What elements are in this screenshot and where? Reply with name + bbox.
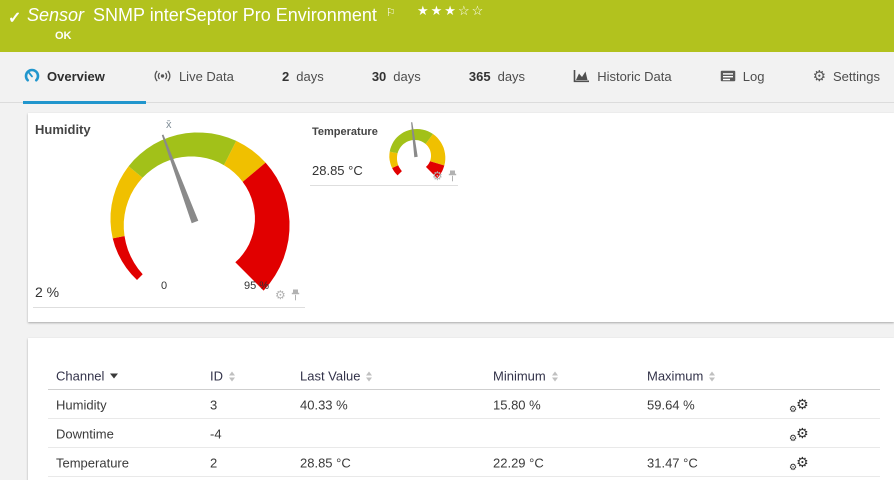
status-badge: OK bbox=[55, 30, 72, 42]
tab-list: Overview Live Data 2 days 30 days 365 days Histo… bbox=[0, 52, 894, 100]
tab-label: Log bbox=[742, 68, 765, 84]
humidity-gauge-title: Humidity bbox=[35, 122, 91, 137]
tab-label: Overview bbox=[47, 68, 105, 84]
tab-label: Settings bbox=[833, 68, 880, 84]
status-check-icon: ✓ bbox=[8, 10, 22, 27]
active-tab-underline bbox=[23, 101, 146, 104]
tab-30-days[interactable]: 30 days bbox=[372, 69, 421, 84]
channel-cell: Downtime bbox=[56, 426, 114, 441]
tab-2-days[interactable]: 2 days bbox=[282, 69, 324, 84]
tab-365-days[interactable]: 365 days bbox=[469, 69, 525, 84]
temperature-gauge-settings-icon[interactable]: ⚙ bbox=[432, 170, 443, 182]
temperature-widget-divider bbox=[310, 185, 458, 186]
tab-number: 30 bbox=[371, 68, 387, 84]
humidity-scale-min-label: 0 bbox=[161, 280, 168, 292]
live-data-icon bbox=[153, 69, 172, 83]
sensor-title-row: Sensor SNMP interSeptor Pro Environment … bbox=[27, 5, 396, 26]
historic-data-icon bbox=[573, 69, 590, 83]
tab-number: 2 bbox=[282, 68, 290, 84]
id-cell: 3 bbox=[210, 397, 218, 412]
id-cell: -4 bbox=[210, 426, 222, 441]
humidity-widget-icons: ⚙ bbox=[275, 289, 300, 301]
humidity-value-label: 2 % bbox=[35, 284, 60, 300]
big-gear-icon: ⚙ bbox=[796, 395, 809, 412]
tab-label: days bbox=[497, 68, 526, 84]
id-cell: 2 bbox=[210, 455, 218, 470]
edit-channel-button[interactable]: ⚙⚙ bbox=[788, 424, 809, 443]
maximum-cell: 59.64 % bbox=[647, 397, 695, 412]
temperature-widget-icons: ⚙ bbox=[432, 170, 457, 182]
prtg-sensor-overview-page: ✓ Sensor SNMP interSeptor Pro Environmen… bbox=[0, 0, 894, 480]
small-gear-icon: ⚙ bbox=[789, 461, 798, 472]
temperature-gauge-pin-icon[interactable] bbox=[448, 170, 457, 182]
sort-toggle-icon bbox=[366, 371, 373, 381]
flag-icon[interactable]: ⚐ bbox=[386, 6, 396, 19]
humidity-gauge-pin-icon[interactable] bbox=[291, 289, 300, 301]
channels-table-panel: Channel ID Last Value Minimum Maximum Humidi… bbox=[28, 338, 894, 480]
settings-gear-icon: ⚙ bbox=[812, 67, 827, 85]
big-gear-icon: ⚙ bbox=[796, 453, 809, 470]
tab-settings[interactable]: ⚙ Settings bbox=[813, 69, 880, 84]
tab-live-data[interactable]: Live Data bbox=[153, 69, 234, 84]
channel-cell: Humidity bbox=[56, 397, 107, 412]
column-header-channel[interactable]: Channel bbox=[56, 368, 119, 384]
column-label: Last Value bbox=[300, 368, 361, 384]
sort-toggle-icon bbox=[229, 371, 235, 381]
minimum-cell: 22.29 °C bbox=[493, 455, 544, 470]
channel-cell: Temperature bbox=[56, 455, 129, 470]
tab-label: days bbox=[393, 68, 421, 84]
column-label: Maximum bbox=[647, 368, 704, 384]
sensor-status-banner: ✓ Sensor SNMP interSeptor Pro Environmen… bbox=[0, 0, 894, 52]
big-gear-icon: ⚙ bbox=[796, 424, 809, 441]
minimum-cell: 15.80 % bbox=[493, 397, 541, 412]
small-gear-icon: ⚙ bbox=[789, 432, 798, 443]
column-label: Channel bbox=[56, 368, 105, 384]
humidity-scale-max-label: 95 % bbox=[244, 280, 270, 292]
sort-toggle-icon bbox=[709, 371, 716, 381]
channel-row-downtime: Downtime -4 ⚙⚙ bbox=[28, 419, 894, 448]
sort-desc-icon bbox=[110, 373, 119, 379]
column-label: Minimum bbox=[493, 368, 546, 384]
tab-number: 365 bbox=[468, 68, 491, 84]
column-header-last_value[interactable]: Last Value bbox=[300, 368, 373, 384]
humidity-widget-divider bbox=[33, 307, 305, 308]
column-header-maximum[interactable]: Maximum bbox=[647, 368, 716, 384]
log-icon bbox=[720, 70, 736, 82]
sensor-title: SNMP interSeptor Pro Environment bbox=[93, 5, 377, 25]
tab-label: Historic Data bbox=[597, 68, 672, 84]
priority-stars[interactable]: ★★★☆☆ bbox=[417, 3, 485, 19]
table-body: Humidity 3 40.33 % 15.80 % 59.64 % ⚙⚙ Downtime… bbox=[28, 390, 894, 477]
tab-historic-data[interactable]: Historic Data bbox=[573, 68, 672, 84]
object-type-label: Sensor bbox=[27, 5, 85, 25]
column-header-id[interactable]: ID bbox=[210, 369, 235, 384]
gauges-panel: Humidity x̄ 0 95 % 2 % ⚙ Temperature 28.… bbox=[28, 113, 894, 322]
column-label: ID bbox=[210, 368, 223, 384]
humidity-gauge bbox=[110, 132, 290, 291]
temperature-gauge-title: Temperature bbox=[312, 126, 378, 138]
last_value-cell: 40.33 % bbox=[300, 397, 348, 412]
tab-overview[interactable]: Overview bbox=[24, 68, 105, 84]
sort-toggle-icon bbox=[551, 371, 558, 381]
humidity-gauge-settings-icon[interactable]: ⚙ bbox=[275, 289, 286, 301]
last_value-cell: 28.85 °C bbox=[300, 455, 351, 470]
temperature-value-label: 28.85 °C bbox=[312, 163, 363, 178]
humidity-average-marker: x̄ bbox=[166, 119, 172, 131]
channel-row-temperature: Temperature 2 28.85 °C 22.29 °C 31.47 °C ⚙⚙ bbox=[28, 448, 894, 477]
column-header-minimum[interactable]: Minimum bbox=[493, 369, 558, 384]
tab-label: Live Data bbox=[178, 68, 234, 84]
channel-row-humidity: Humidity 3 40.33 % 15.80 % 59.64 % ⚙⚙ bbox=[28, 390, 894, 419]
gauge-icon bbox=[24, 68, 40, 84]
small-gear-icon: ⚙ bbox=[789, 403, 798, 414]
tab-bar: Overview Live Data 2 days 30 days 365 days Histo… bbox=[0, 52, 894, 104]
tab-log[interactable]: Log bbox=[720, 68, 765, 84]
edit-channel-button[interactable]: ⚙⚙ bbox=[788, 453, 809, 472]
maximum-cell: 31.47 °C bbox=[647, 455, 698, 470]
edit-channel-button[interactable]: ⚙⚙ bbox=[788, 395, 809, 414]
tab-label: days bbox=[296, 68, 324, 84]
table-header-row: Channel ID Last Value Minimum Maximum bbox=[28, 362, 894, 390]
